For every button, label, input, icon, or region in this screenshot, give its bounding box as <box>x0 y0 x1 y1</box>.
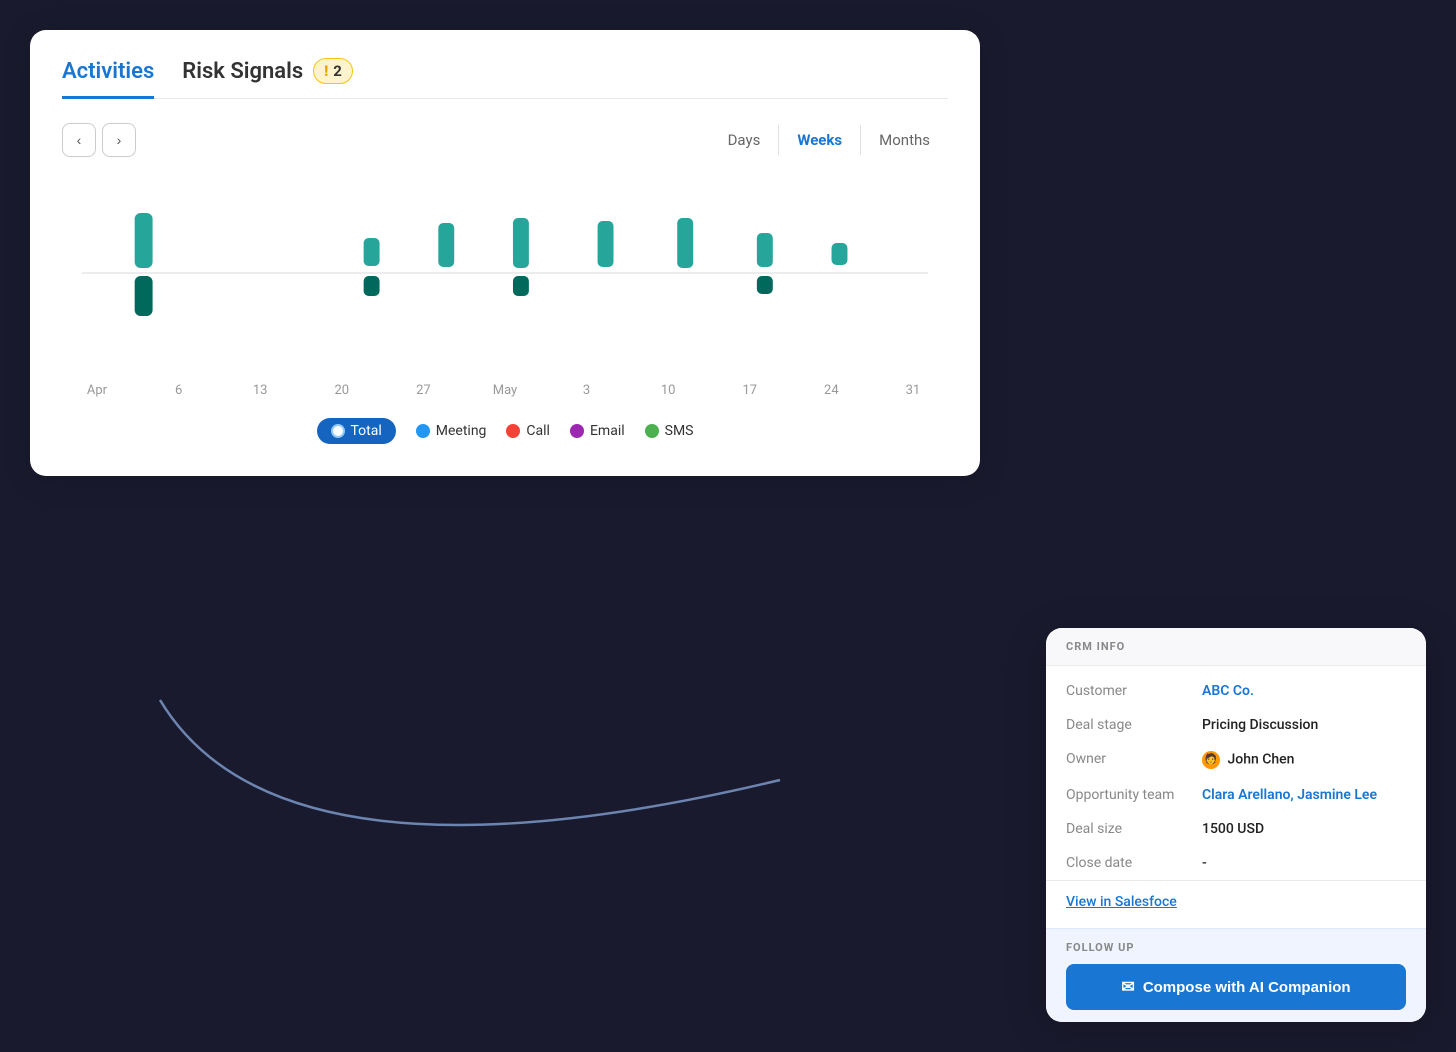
prev-button[interactable]: ‹ <box>62 123 96 157</box>
x-label-10: 10 <box>653 383 683 398</box>
x-axis: Apr 6 13 20 27 May 3 10 17 24 31 <box>62 383 948 398</box>
owner-label: Owner <box>1066 751 1186 767</box>
legend-total[interactable]: Total <box>317 418 396 444</box>
deal-stage-label: Deal stage <box>1066 717 1186 733</box>
crm-card: CRM INFO Customer ABC Co. Deal stage Pri… <box>1046 628 1426 1022</box>
x-label-27: 27 <box>408 383 438 398</box>
chart-area <box>62 173 948 373</box>
crm-customer-row: Customer ABC Co. <box>1046 674 1426 708</box>
crm-opp-team-row: Opportunity team Clara Arellano, Jasmine… <box>1046 778 1426 812</box>
crm-close-date-row: Close date - <box>1046 846 1426 880</box>
tab-activities[interactable]: Activities <box>62 59 154 99</box>
crm-header: CRM INFO <box>1046 628 1426 666</box>
tabs-row: Activities Risk Signals ! 2 <box>62 58 948 99</box>
opp-team-value[interactable]: Clara Arellano, Jasmine Lee <box>1202 787 1377 803</box>
compose-button[interactable]: ✉ Compose with AI Companion <box>1066 964 1406 1010</box>
x-label-may: May <box>490 383 520 398</box>
total-dot <box>331 424 345 438</box>
close-date-value: - <box>1202 855 1207 871</box>
x-label-20: 20 <box>327 383 357 398</box>
nav-buttons: ‹ › <box>62 123 136 157</box>
call-dot <box>506 424 520 438</box>
deal-stage-value: Pricing Discussion <box>1202 717 1318 733</box>
x-label-6: 6 <box>164 383 194 398</box>
exclaim-icon: ! <box>324 62 328 80</box>
tab-risk-signals[interactable]: Risk Signals ! 2 <box>182 58 353 99</box>
x-label-13: 13 <box>245 383 275 398</box>
deal-size-label: Deal size <box>1066 821 1186 837</box>
opp-team-label: Opportunity team <box>1066 787 1186 803</box>
x-label-17: 17 <box>735 383 765 398</box>
customer-label: Customer <box>1066 683 1186 699</box>
legend-sms[interactable]: SMS <box>645 423 694 439</box>
meeting-dot <box>416 424 430 438</box>
crm-owner-row: Owner 🧑 John Chen <box>1046 742 1426 778</box>
x-label-31: 31 <box>898 383 928 398</box>
risk-badge: ! 2 <box>313 58 353 84</box>
follow-up-label: FOLLOW UP <box>1066 941 1406 954</box>
legend-meeting[interactable]: Meeting <box>416 423 487 439</box>
crm-link-row: View in Salesfoce <box>1046 881 1426 920</box>
crm-deal-size-row: Deal size 1500 USD <box>1046 812 1426 846</box>
x-label-apr: Apr <box>82 383 112 398</box>
crm-body: Customer ABC Co. Deal stage Pricing Disc… <box>1046 666 1426 928</box>
sms-dot <box>645 424 659 438</box>
close-date-label: Close date <box>1066 855 1186 871</box>
legend-call[interactable]: Call <box>506 423 550 439</box>
activities-card: Activities Risk Signals ! 2 ‹ › Days Wee… <box>30 30 980 476</box>
page-container: Activities Risk Signals ! 2 ‹ › Days Wee… <box>0 0 1456 1052</box>
chart-legend: Total Meeting Call Email SMS <box>62 418 948 444</box>
owner-value: 🧑 John Chen <box>1202 751 1294 769</box>
activity-chart <box>62 173 948 373</box>
view-salesforce-link[interactable]: View in Salesfoce <box>1066 894 1177 910</box>
view-toggles: Days Weeks Months <box>710 125 948 155</box>
follow-up-section: FOLLOW UP ✉ Compose with AI Companion <box>1046 928 1426 1022</box>
email-dot <box>570 424 584 438</box>
view-days[interactable]: Days <box>710 125 780 155</box>
next-button[interactable]: › <box>102 123 136 157</box>
deal-size-value: 1500 USD <box>1202 821 1264 837</box>
controls-row: ‹ › Days Weeks Months <box>62 123 948 157</box>
customer-value[interactable]: ABC Co. <box>1202 683 1254 699</box>
view-months[interactable]: Months <box>861 125 948 155</box>
view-weeks[interactable]: Weeks <box>779 125 861 155</box>
x-label-24: 24 <box>816 383 846 398</box>
mail-icon: ✉ <box>1121 977 1134 997</box>
x-label-3: 3 <box>572 383 602 398</box>
crm-deal-stage-row: Deal stage Pricing Discussion <box>1046 708 1426 742</box>
legend-email[interactable]: Email <box>570 423 625 439</box>
owner-avatar: 🧑 <box>1202 751 1220 769</box>
